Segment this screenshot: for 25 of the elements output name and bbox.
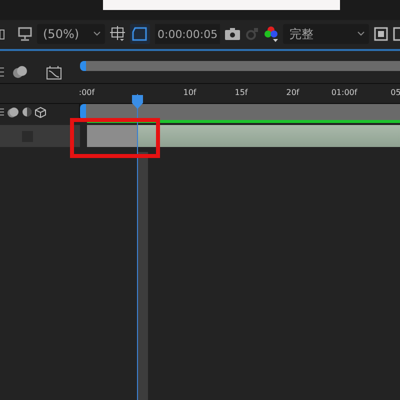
chevron-icon bbox=[357, 31, 365, 37]
ruler-label: 15f bbox=[234, 88, 248, 97]
adjustment-layer-icon[interactable] bbox=[22, 107, 32, 117]
cube-icon[interactable] bbox=[35, 106, 46, 118]
transparency-grid-icon[interactable] bbox=[130, 24, 150, 44]
time-ruler[interactable]: :00f 10f 15f 20f 01:00f 05 bbox=[61, 84, 400, 103]
chevron-icon bbox=[92, 31, 101, 37]
ruler-label: :00f bbox=[78, 88, 95, 97]
layers-icon[interactable] bbox=[0, 28, 5, 40]
color-channels-icon[interactable] bbox=[264, 26, 278, 42]
graph-editor-icon[interactable] bbox=[46, 64, 62, 80]
ruler-label: 01:00f bbox=[331, 88, 358, 97]
ruler-label: 20f bbox=[286, 88, 300, 97]
motion-blur-icon[interactable] bbox=[7, 106, 19, 118]
ruler-label: 05 bbox=[390, 88, 400, 97]
quality-dropdown[interactable]: 完整 bbox=[283, 24, 369, 44]
camera-icon[interactable] bbox=[225, 28, 240, 40]
ruler-label: 10f bbox=[183, 88, 196, 97]
navigator-handle[interactable] bbox=[80, 61, 86, 71]
region-of-interest-icon[interactable] bbox=[110, 26, 125, 42]
fast-preview-icon[interactable] bbox=[374, 27, 388, 41]
layer-stack-icon[interactable] bbox=[12, 65, 28, 79]
monitor-icon[interactable] bbox=[18, 27, 32, 41]
timecode-field[interactable]: 0:00:00:05 bbox=[154, 24, 220, 44]
zoom-dropdown[interactable]: (50%) bbox=[37, 24, 105, 44]
